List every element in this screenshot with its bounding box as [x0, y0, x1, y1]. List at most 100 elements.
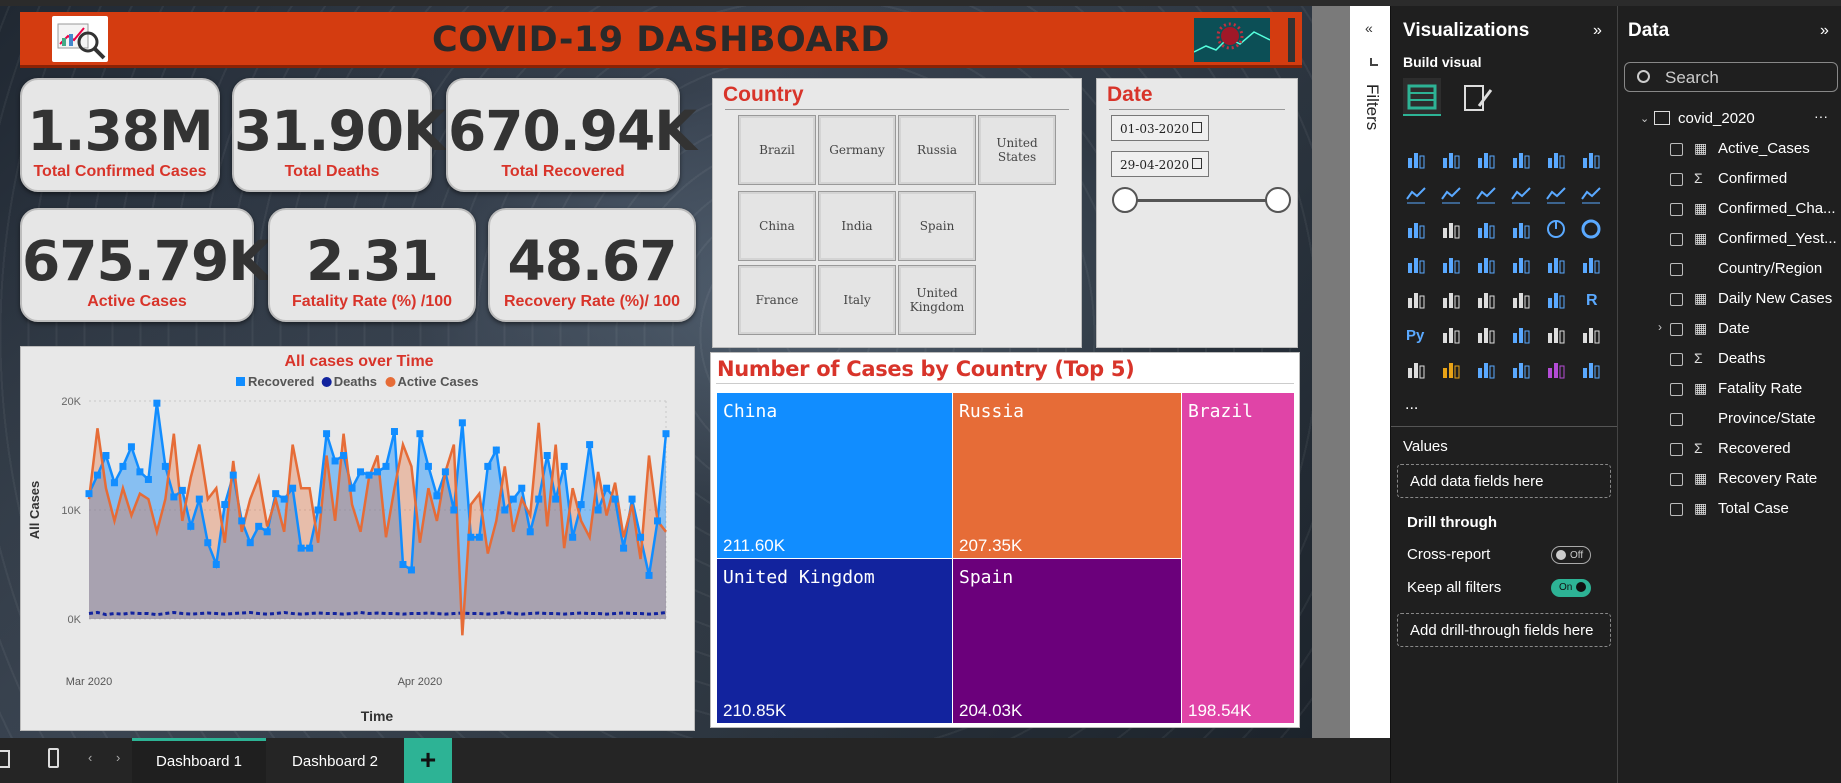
field-recovery-rate[interactable]: ▦ Recovery Rate — [1670, 470, 1841, 490]
100-column-icon[interactable] — [1580, 148, 1602, 170]
checkbox[interactable] — [1670, 443, 1683, 456]
expand-icon[interactable]: » — [1593, 22, 1602, 40]
checkbox[interactable] — [1670, 503, 1683, 516]
table-icon[interactable] — [1510, 288, 1532, 310]
add-drill-through-well[interactable]: Add drill-through fields here — [1397, 613, 1611, 647]
field-confirmed-yest-[interactable]: ▦ Confirmed_Yest... — [1670, 230, 1841, 250]
treemap-icon[interactable] — [1405, 253, 1427, 275]
field-active-cases[interactable]: ▦ Active_Cases — [1670, 140, 1841, 160]
tab-dashboard-1[interactable]: Dashboard 1 — [132, 738, 266, 783]
kpi-icon[interactable] — [1440, 288, 1462, 310]
kpi-card-recovered[interactable]: 670.94K Total Recovered — [446, 78, 697, 192]
desktop-view-icon[interactable] — [0, 750, 10, 768]
narrative-icon[interactable] — [1545, 323, 1567, 345]
filters-pane[interactable]: « Filters — [1350, 6, 1390, 738]
paginated-icon[interactable] — [1405, 358, 1427, 380]
field-daily-new-cases[interactable]: ▦ Daily New Cases — [1670, 290, 1841, 310]
table-name[interactable]: covid_2020 — [1678, 110, 1755, 127]
start-slider-handle[interactable] — [1112, 187, 1138, 213]
slicer-icon[interactable] — [1475, 288, 1497, 310]
build-visual-tab[interactable] — [1403, 78, 1441, 116]
more-options-icon[interactable]: ··· — [1814, 108, 1828, 124]
treemap-cell-china[interactable]: China 211.60K — [717, 393, 952, 558]
100-area-icon[interactable] — [1510, 183, 1532, 205]
kpi-card-active[interactable]: 675.79K Active Cases — [20, 208, 271, 322]
gauge-icon[interactable] — [1545, 253, 1567, 275]
filters-label[interactable]: Filters — [1362, 84, 1382, 130]
cross-report-toggle[interactable]: Off — [1551, 546, 1591, 564]
qa-icon[interactable] — [1510, 323, 1532, 345]
azure-map-icon[interactable] — [1510, 253, 1532, 275]
treemap-visual[interactable]: Number of Cases by Country (Top 5) China… — [710, 352, 1300, 728]
stacked-bar-icon[interactable] — [1405, 148, 1427, 170]
python-icon[interactable]: Py — [1405, 323, 1427, 345]
expand-icon[interactable]: » — [1820, 22, 1829, 40]
power-automate-icon[interactable] — [1475, 358, 1497, 380]
line-clustered-icon[interactable] — [1580, 183, 1602, 205]
next-page-icon[interactable]: › — [116, 750, 120, 765]
all-cases-chart[interactable]: All cases over Time Recovered Deaths Active… — [20, 346, 695, 731]
field-deaths[interactable]: Σ Deaths — [1670, 350, 1841, 370]
clustered-bar-icon[interactable] — [1475, 148, 1497, 170]
filled-map-icon[interactable] — [1475, 253, 1497, 275]
line-column-icon[interactable] — [1545, 183, 1567, 205]
checkbox[interactable] — [1670, 323, 1683, 336]
country-tile-united-states[interactable]: United States — [978, 115, 1056, 185]
field-recovered[interactable]: Σ Recovered — [1670, 440, 1841, 460]
matrix-icon[interactable] — [1545, 288, 1567, 310]
checkbox[interactable] — [1670, 293, 1683, 306]
chevron-down-icon[interactable]: ⌄ — [1640, 112, 1649, 125]
field-fatality-rate[interactable]: ▦ Fatality Rate — [1670, 380, 1841, 400]
qna-visual-icon[interactable] — [1510, 358, 1532, 380]
multi-row-card-icon[interactable] — [1405, 288, 1427, 310]
treemap-cell-united-kingdom[interactable]: United Kingdom 210.85K — [717, 559, 952, 723]
add-data-fields-well[interactable]: Add data fields here — [1397, 464, 1611, 498]
mobile-view-icon[interactable] — [48, 748, 59, 768]
prev-page-icon[interactable]: ‹ — [88, 750, 92, 765]
add-page-button[interactable]: + — [404, 738, 452, 783]
calendar-icon[interactable] — [1192, 122, 1202, 133]
country-tile-brazil[interactable]: Brazil — [738, 115, 816, 185]
diamond-icon[interactable] — [1545, 358, 1567, 380]
checkbox[interactable] — [1670, 203, 1683, 216]
treemap-cell-russia[interactable]: Russia 207.35K — [953, 393, 1181, 558]
pie-icon[interactable] — [1545, 218, 1567, 240]
r-visual-icon[interactable]: R — [1580, 288, 1602, 310]
100-bar-icon[interactable] — [1545, 148, 1567, 170]
donut-icon[interactable] — [1580, 218, 1602, 240]
funnel-icon[interactable] — [1475, 218, 1497, 240]
treemap-cell-spain[interactable]: Spain 204.03K — [953, 559, 1181, 723]
power-apps-icon[interactable] — [1440, 358, 1462, 380]
treemap-cell-brazil[interactable]: Brazil 198.54K — [1182, 393, 1294, 723]
kpi-card-deaths[interactable]: 31.90K Total Deaths — [232, 78, 446, 192]
kpi-card-fatality-rate[interactable]: 2.31 Fatality Rate (%) /100 — [268, 208, 476, 322]
collapse-filters-icon[interactable]: « — [1365, 20, 1373, 36]
waterfall-icon[interactable] — [1440, 218, 1462, 240]
field-province-state[interactable]: Province/State — [1670, 410, 1841, 430]
checkbox[interactable] — [1670, 413, 1683, 426]
checkbox[interactable] — [1670, 473, 1683, 486]
area-icon[interactable] — [1440, 183, 1462, 205]
field-date[interactable]: ▦ Date — [1670, 320, 1841, 340]
country-tile-united-kingdom[interactable]: United Kingdom — [898, 265, 976, 335]
field-total-case[interactable]: ▦ Total Case — [1670, 500, 1841, 520]
search-input[interactable]: Search — [1624, 62, 1838, 92]
country-tile-italy[interactable]: Italy — [818, 265, 896, 335]
scatter-icon[interactable] — [1510, 218, 1532, 240]
line-icon[interactable] — [1405, 183, 1427, 205]
chevron-right-icon[interactable]: › — [1658, 320, 1662, 334]
filter-icon[interactable] — [1370, 58, 1378, 66]
field-confirmed-cha-[interactable]: ▦ Confirmed_Cha... — [1670, 200, 1841, 220]
tab-dashboard-2[interactable]: Dashboard 2 — [270, 738, 400, 783]
ribbon-icon[interactable] — [1405, 218, 1427, 240]
end-slider-handle[interactable] — [1265, 187, 1291, 213]
checkbox[interactable] — [1670, 383, 1683, 396]
keep-filters-toggle[interactable]: On — [1551, 579, 1591, 597]
map-icon[interactable] — [1440, 253, 1462, 275]
country-tile-china[interactable]: China — [738, 191, 816, 261]
format-visual-tab[interactable] — [1461, 82, 1493, 114]
end-date-input[interactable]: 29-04-2020 — [1111, 151, 1209, 177]
field-country-region[interactable]: Country/Region — [1670, 260, 1841, 280]
stacked-area-icon[interactable] — [1475, 183, 1497, 205]
decomposition-tree-icon[interactable] — [1475, 323, 1497, 345]
